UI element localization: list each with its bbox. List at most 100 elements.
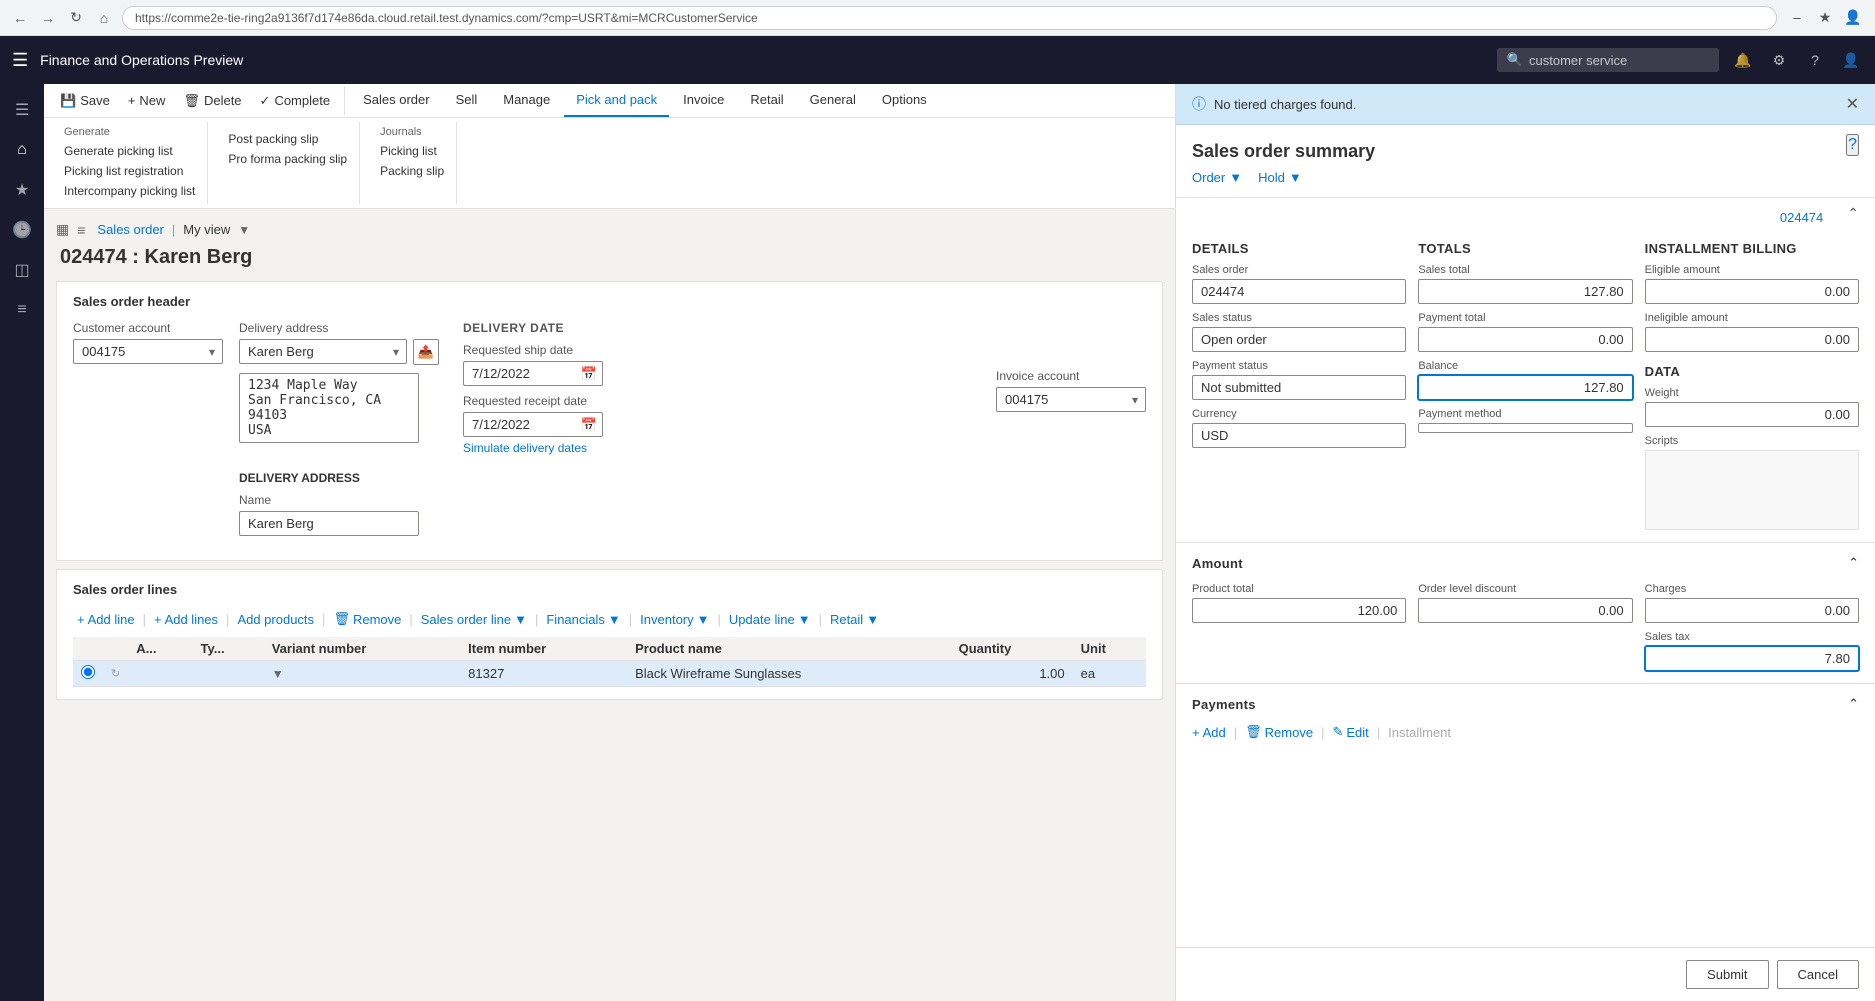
search-input[interactable] xyxy=(1529,53,1709,68)
amount-section-header[interactable]: Amount ⌃ xyxy=(1176,543,1875,583)
row-radio[interactable] xyxy=(81,665,95,679)
sales-total-value: 127.80 xyxy=(1418,279,1632,304)
save-button[interactable]: 💾 Save xyxy=(52,89,118,113)
tab-pick-and-pack[interactable]: Pick and pack xyxy=(564,84,669,117)
panel-order-id[interactable]: 024474 xyxy=(1764,202,1839,225)
profile-button[interactable]: 👤 xyxy=(1841,6,1865,30)
sidebar-item-favorites[interactable]: ★ xyxy=(4,172,40,208)
payment-method-value xyxy=(1418,423,1632,433)
sidebar-item-recent[interactable]: 🕒 xyxy=(4,212,40,248)
sidebar-item-home[interactable]: ⌂ xyxy=(4,132,40,168)
picking-list-link[interactable]: Picking list xyxy=(380,142,444,160)
add-line-button[interactable]: + Add line xyxy=(73,610,139,629)
lines-toolbar: + Add line | + Add lines | Add products … xyxy=(73,609,1146,629)
address-textarea[interactable]: 1234 Maple Way San Francisco, CA 94103 U… xyxy=(239,373,419,443)
inventory-button[interactable]: Inventory ▼ xyxy=(636,610,713,629)
notifications-button[interactable]: 🔔 xyxy=(1731,48,1755,72)
requested-ship-input[interactable] xyxy=(463,361,603,386)
currency-label: Currency xyxy=(1192,408,1406,420)
scripts-textarea[interactable] xyxy=(1645,450,1859,530)
intercompany-picking-list-link[interactable]: Intercompany picking list xyxy=(64,182,195,200)
payment-status-value: Not submitted xyxy=(1192,375,1406,400)
filter-icon[interactable]: ▦ xyxy=(56,221,69,238)
payments-section-header[interactable]: Payments ⌃ xyxy=(1176,684,1875,724)
browser-chrome: ← → ↻ ⌂ ⎯ ★ 👤 xyxy=(0,0,1875,36)
delete-button[interactable]: 🗑 Delete xyxy=(175,89,249,113)
order-button[interactable]: Order ▼ xyxy=(1192,170,1242,185)
back-button[interactable]: ← xyxy=(10,8,30,28)
favorites-button[interactable]: ★ xyxy=(1813,6,1837,30)
search-bar[interactable]: 🔍 xyxy=(1497,48,1719,72)
refresh-button[interactable]: ↻ xyxy=(66,8,86,28)
payment-method-label: Payment method xyxy=(1418,408,1632,420)
sidebar-item-hamburger[interactable]: ☰ xyxy=(4,92,40,128)
totals-section-title: TOTALS xyxy=(1418,241,1632,256)
simulate-delivery-link[interactable]: Simulate delivery dates xyxy=(463,441,603,455)
sidebar-item-modules[interactable]: ≡ xyxy=(4,292,40,328)
picking-list-registration-link[interactable]: Picking list registration xyxy=(64,162,195,180)
sales-order-line-button[interactable]: Sales order line ▼ xyxy=(417,610,531,629)
payments-edit-button[interactable]: ✎ Edit xyxy=(1332,724,1368,740)
tab-sell[interactable]: Sell xyxy=(444,84,490,117)
remove-button[interactable]: 🗑 Remove xyxy=(329,609,405,629)
complete-button[interactable]: ✓ Complete xyxy=(252,89,339,113)
help-button[interactable]: ? xyxy=(1803,48,1827,72)
panel-close-button[interactable]: ✕ xyxy=(1846,94,1859,114)
add-products-button[interactable]: Add products xyxy=(233,610,318,629)
tab-options[interactable]: Options xyxy=(870,84,939,117)
tab-retail[interactable]: Retail xyxy=(738,84,795,117)
update-line-button[interactable]: Update line ▼ xyxy=(725,610,815,629)
tab-invoice[interactable]: Invoice xyxy=(671,84,736,117)
product-total-value: 120.00 xyxy=(1192,598,1406,623)
post-packing-slip-link[interactable]: Post packing slip xyxy=(228,130,347,148)
panel-notification: ⓘ No tiered charges found. ✕ xyxy=(1176,84,1875,125)
home-button[interactable]: ⌂ xyxy=(94,8,114,28)
cancel-button[interactable]: Cancel xyxy=(1777,960,1859,989)
details-section-title: DETAILS xyxy=(1192,241,1406,256)
save-icon: 💾 xyxy=(60,93,76,109)
breadcrumb-sales-order[interactable]: Sales order xyxy=(97,222,163,237)
filter-view[interactable]: My view xyxy=(183,222,230,237)
tab-manage[interactable]: Manage xyxy=(491,84,562,117)
tab-general[interactable]: General xyxy=(798,84,868,117)
filter-view-chevron[interactable]: ▼ xyxy=(238,223,250,237)
add-lines-button[interactable]: + Add lines xyxy=(150,610,222,629)
generate-picking-list-link[interactable]: Generate picking list xyxy=(64,142,195,160)
address-bar[interactable] xyxy=(122,6,1777,30)
customer-account-select[interactable]: 004175 xyxy=(73,339,223,364)
payments-add-button[interactable]: + Add xyxy=(1192,725,1226,740)
packing-slip-link[interactable]: Packing slip xyxy=(380,162,444,180)
payments-remove-button[interactable]: 🗑 Remove xyxy=(1245,724,1313,740)
extensions-button[interactable]: ⎯ xyxy=(1785,6,1809,30)
delete-icon: 🗑 xyxy=(183,93,200,109)
delivery-address-select[interactable]: Karen Berg xyxy=(239,339,407,364)
hold-button[interactable]: Hold ▼ xyxy=(1258,170,1302,185)
address-upload-button[interactable]: 📤 xyxy=(413,339,439,365)
amount-collapse-icon: ⌃ xyxy=(1848,555,1859,571)
financials-button[interactable]: Financials ▼ xyxy=(542,610,624,629)
notification-info-icon: ⓘ xyxy=(1192,94,1206,114)
sidebar-item-workspaces[interactable]: ◫ xyxy=(4,252,40,288)
name-input[interactable] xyxy=(239,511,419,536)
user-button[interactable]: 👤 xyxy=(1839,48,1863,72)
scripts-label: Scripts xyxy=(1645,435,1859,447)
new-button[interactable]: + New xyxy=(120,89,174,112)
ribbon-tabs: 💾 Save + New 🗑 Delete ✓ Complete xyxy=(44,84,1175,118)
payments-section-content: + Add | 🗑 Remove | ✎ Edit | xyxy=(1176,724,1875,760)
panel-help-button[interactable]: ? xyxy=(1846,134,1859,156)
submit-button[interactable]: Submit xyxy=(1686,960,1768,989)
panel-collapse-button[interactable]: ⌃ xyxy=(1847,205,1859,222)
table-row[interactable]: ↻ ▼ 81327 Black Wireframe Sunglasses 1.0… xyxy=(73,661,1146,687)
invoice-account-select[interactable]: 004175 xyxy=(996,387,1146,412)
settings-button[interactable]: ⚙ xyxy=(1767,48,1791,72)
nav-hamburger[interactable]: ☰ xyxy=(12,50,28,71)
payments-toolbar: + Add | 🗑 Remove | ✎ Edit | xyxy=(1192,724,1859,740)
retail-button[interactable]: Retail ▼ xyxy=(826,610,883,629)
forward-button[interactable]: → xyxy=(38,8,58,28)
installment-button: Installment xyxy=(1388,725,1451,740)
pro-forma-packing-slip-link[interactable]: Pro forma packing slip xyxy=(228,150,347,168)
tab-sales-order[interactable]: Sales order xyxy=(351,84,441,117)
requested-receipt-input[interactable] xyxy=(463,412,603,437)
lines-table: A... Ty... Variant number Item number Pr… xyxy=(73,637,1146,687)
charges-value: 0.00 xyxy=(1645,598,1859,623)
